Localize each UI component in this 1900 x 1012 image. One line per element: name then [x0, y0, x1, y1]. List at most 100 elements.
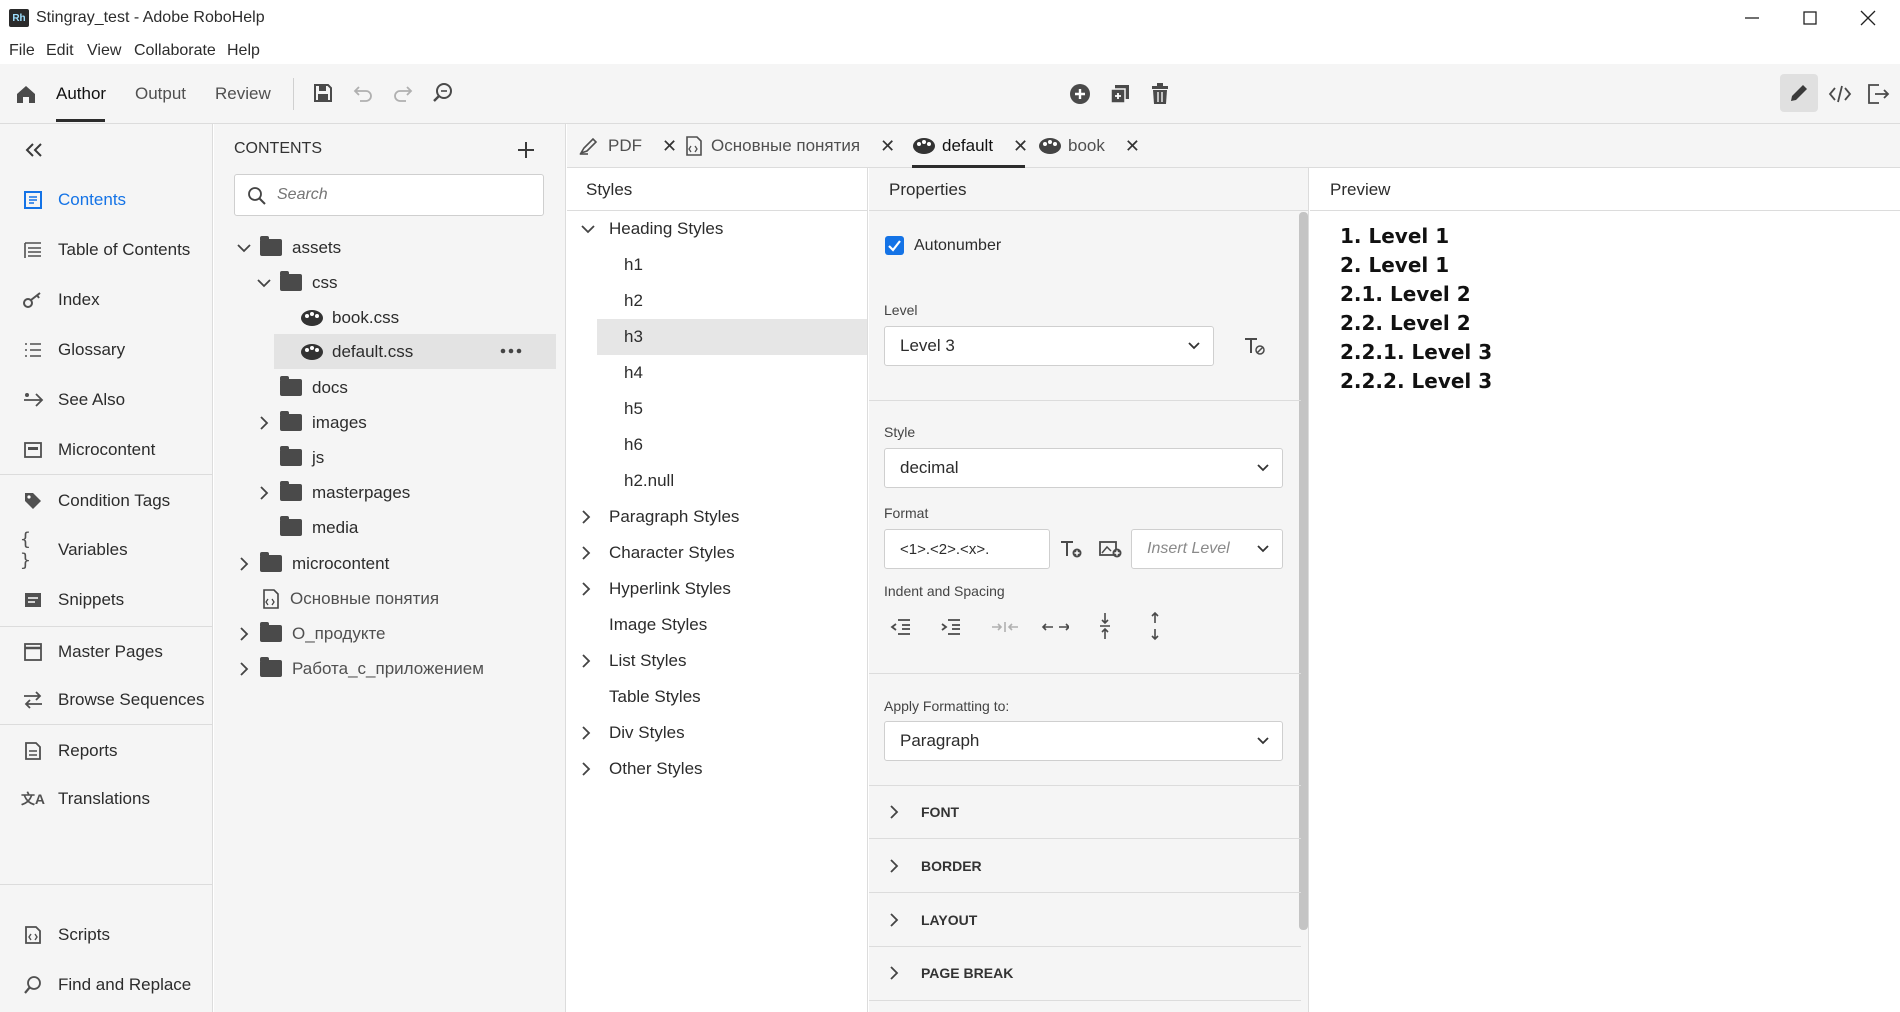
increase-indent-icon[interactable] [937, 613, 965, 641]
home-icon[interactable] [12, 80, 40, 108]
close-tab-icon[interactable]: ✕ [1013, 136, 1028, 157]
style-item-h3[interactable]: h3 [624, 319, 643, 355]
level-select[interactable]: Level 3 [884, 326, 1214, 366]
nav-see-also[interactable]: See Also [20, 385, 125, 415]
section-layout[interactable]: LAYOUT [889, 908, 977, 932]
more-options-icon[interactable] [500, 348, 522, 354]
nav-index[interactable]: Index [20, 285, 100, 315]
source-code-icon[interactable] [1826, 80, 1854, 108]
tab-author[interactable]: Author [56, 84, 106, 104]
menu-edit[interactable]: Edit [46, 42, 74, 60]
close-tab-icon[interactable]: ✕ [662, 136, 677, 157]
maximize-icon[interactable] [1800, 8, 1820, 28]
redo-icon[interactable] [390, 80, 416, 106]
nav-browse-sequences[interactable]: Browse Sequences [20, 685, 204, 715]
tab-review[interactable]: Review [215, 84, 271, 104]
chevron-right-icon[interactable] [234, 556, 254, 571]
style-group-hyperlink[interactable]: Hyperlink Styles [581, 571, 731, 607]
tab-book[interactable]: book ✕ [1038, 124, 1140, 168]
tree-folder-microcontent[interactable]: microcontent [234, 547, 389, 580]
nav-snippets[interactable]: Snippets [20, 585, 124, 615]
tab-osnovnye[interactable]: Основные понятия ✕ [685, 124, 895, 168]
section-page-break[interactable]: PAGE BREAK [889, 961, 1013, 985]
style-group-image[interactable]: Image Styles [609, 607, 707, 643]
style-group-other[interactable]: Other Styles [581, 751, 703, 787]
style-group-heading[interactable]: Heading Styles [581, 211, 723, 247]
tree-folder-o-produkte[interactable]: О_продукте [234, 617, 386, 650]
chevron-down-icon[interactable] [581, 224, 603, 234]
chevron-right-icon[interactable] [234, 626, 254, 641]
tree-folder-images[interactable]: images [254, 406, 367, 439]
chevron-down-icon[interactable] [234, 243, 254, 253]
menu-view[interactable]: View [87, 42, 121, 60]
chevron-right-icon[interactable] [254, 415, 274, 430]
tree-file-book-css[interactable]: book.css [300, 301, 399, 334]
nav-glossary[interactable]: Glossary [20, 335, 125, 365]
nav-table-of-contents[interactable]: Table of Contents [20, 235, 190, 265]
close-window-icon[interactable] [1858, 8, 1878, 28]
chevron-right-icon[interactable] [889, 805, 905, 819]
format-input[interactable]: <1>.<2>.<x>. [884, 529, 1050, 569]
increase-spacing-icon[interactable] [1041, 613, 1069, 641]
decrease-indent-icon[interactable] [887, 613, 915, 641]
nav-contents[interactable]: Contents [20, 185, 126, 215]
tab-pdf[interactable]: PDF ✕ [578, 124, 677, 168]
clear-format-icon[interactable] [1241, 332, 1269, 360]
autonumber-checkbox[interactable] [885, 236, 904, 255]
menu-collaborate[interactable]: Collaborate [134, 42, 216, 60]
menu-help[interactable]: Help [227, 42, 260, 60]
chevron-right-icon[interactable] [581, 726, 603, 740]
style-group-paragraph[interactable]: Paragraph Styles [581, 499, 739, 535]
tree-file-default-css[interactable]: default.css [300, 335, 413, 368]
section-border[interactable]: BORDER [889, 854, 982, 878]
close-tab-icon[interactable]: ✕ [880, 136, 895, 157]
chevron-right-icon[interactable] [234, 661, 254, 676]
minimize-icon[interactable] [1742, 8, 1762, 28]
properties-scrollbar[interactable] [1299, 212, 1308, 930]
chevron-right-icon[interactable] [254, 485, 274, 500]
nav-variables[interactable]: { } Variables [20, 529, 128, 571]
duplicate-icon[interactable] [1106, 80, 1134, 108]
preview-search-icon[interactable] [430, 80, 456, 106]
undo-icon[interactable] [350, 80, 376, 106]
collapse-panel-icon[interactable] [20, 136, 48, 164]
style-group-table[interactable]: Table Styles [609, 679, 701, 715]
edit-mode-icon[interactable] [1780, 74, 1818, 112]
search-input[interactable] [277, 183, 532, 207]
chevron-right-icon[interactable] [889, 966, 905, 980]
tree-file-osnovnye[interactable]: Основные понятия [262, 582, 439, 615]
space-before-icon[interactable] [1091, 610, 1119, 642]
nav-translations[interactable]: 文A Translations [20, 784, 150, 814]
nav-master-pages[interactable]: Master Pages [20, 637, 163, 667]
style-group-character[interactable]: Character Styles [581, 535, 735, 571]
search-field[interactable] [234, 174, 544, 216]
tree-folder-js[interactable]: js [280, 441, 324, 474]
tree-folder-docs[interactable]: docs [280, 371, 348, 404]
nav-reports[interactable]: Reports [20, 736, 118, 766]
tree-folder-assets[interactable]: assets [234, 231, 341, 264]
menu-file[interactable]: File [9, 42, 35, 60]
style-item-h5[interactable]: h5 [624, 391, 643, 427]
tree-folder-rabota[interactable]: Работа_с_приложением [234, 652, 484, 685]
chevron-down-icon[interactable] [254, 278, 274, 288]
insert-text-icon[interactable] [1057, 535, 1085, 563]
nav-find-replace[interactable]: Find and Replace [20, 970, 191, 1000]
space-after-icon[interactable] [1141, 610, 1169, 642]
section-font[interactable]: FONT [889, 800, 959, 824]
style-item-h4[interactable]: h4 [624, 355, 643, 391]
chevron-right-icon[interactable] [889, 913, 905, 927]
export-icon[interactable] [1864, 80, 1892, 108]
add-content-icon[interactable] [512, 136, 540, 164]
style-item-h1[interactable]: h1 [624, 247, 643, 283]
tree-folder-css[interactable]: css [254, 266, 338, 299]
add-icon[interactable] [1066, 80, 1094, 108]
style-item-h2-null[interactable]: h2.null [624, 463, 674, 499]
tab-default[interactable]: default ✕ [912, 124, 1028, 168]
chevron-right-icon[interactable] [889, 859, 905, 873]
insert-level-select[interactable]: Insert Level [1131, 529, 1283, 569]
save-icon[interactable] [310, 80, 336, 106]
insert-image-icon[interactable] [1096, 535, 1124, 563]
chevron-right-icon[interactable] [581, 654, 603, 668]
style-item-h2[interactable]: h2 [624, 283, 643, 319]
close-tab-icon[interactable]: ✕ [1125, 136, 1140, 157]
